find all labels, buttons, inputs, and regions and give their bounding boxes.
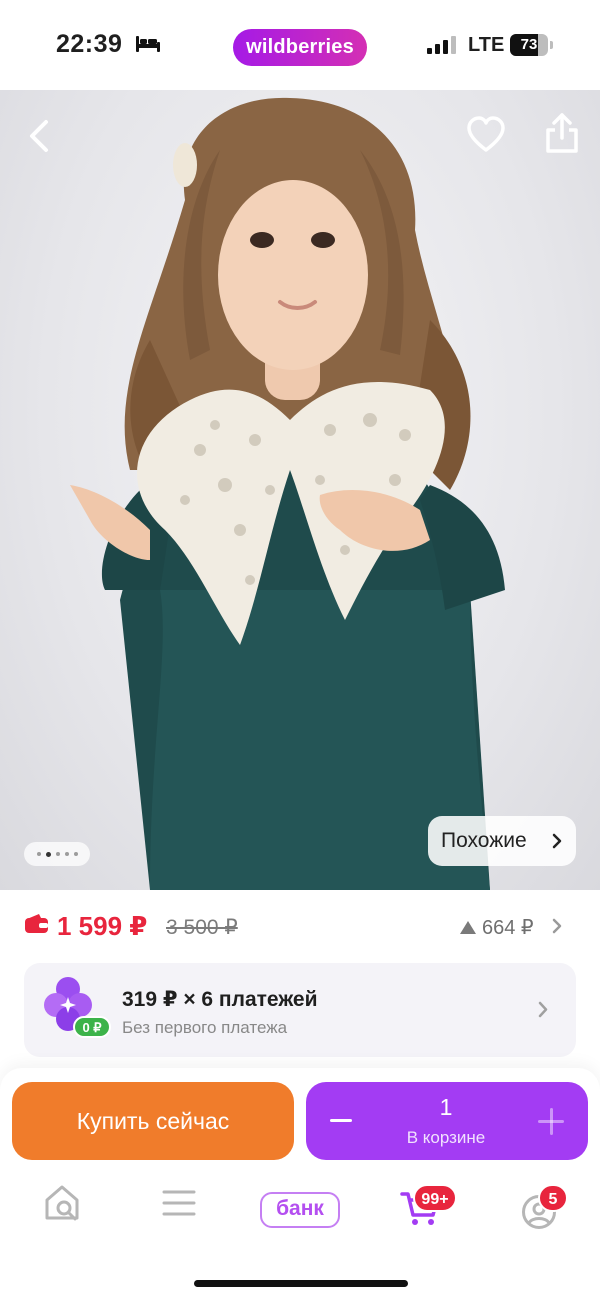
home-indicator [194,1280,408,1287]
product-photo[interactable]: Похожие [0,90,600,890]
similar-label: Похожие [441,829,527,852]
carousel-dot [73,852,78,856]
price-change-value: 664 ₽ [482,917,534,939]
home-search-icon[interactable] [44,1184,80,1222]
status-bar: 22:39 wildberries LTE 73 [0,0,600,90]
installment-card[interactable]: 0 ₽ 319 ₽ × 6 платежей Без первого плате… [24,963,576,1057]
similar-button[interactable]: Похожие [428,816,576,866]
signal-icon [427,36,456,54]
installment-logo-icon: 0 ₽ [44,977,111,1038]
price-change[interactable]: 664 ₽ [460,915,534,940]
cart-stepper[interactable]: 1 В корзине [306,1082,588,1160]
price-row: 1 599 ₽ 3 500 ₽ 664 ₽ [0,890,600,962]
wallet-icon [25,914,48,933]
battery-icon: 73 [510,34,554,56]
bottom-action-sheet: Купить сейчас 1 В корзине банк 99+ 5 [0,1068,600,1300]
chevron-right-icon[interactable] [552,918,562,934]
notifications-badge: 5 [538,1184,568,1212]
carousel-dot [55,852,60,856]
carousel-dot [36,852,41,856]
carousel-indicator [24,842,90,866]
decrease-quantity-button[interactable] [326,1109,356,1133]
carousel-dot [64,852,69,856]
quantity-value: 1 [439,1094,453,1120]
bank-tab[interactable]: банк [260,1192,340,1228]
catalog-menu-icon[interactable] [162,1188,196,1218]
installment-logo-badge: 0 ₽ [82,1020,102,1035]
heart-icon[interactable] [466,116,506,154]
battery-percent: 73 [520,36,538,53]
cart-count-badge: 99+ [413,1184,457,1212]
triangle-up-icon [460,921,476,934]
installment-subtitle: Без первого платежа [122,1018,288,1037]
chevron-left-icon[interactable] [22,116,56,156]
bed-icon [136,36,160,52]
buy-now-button[interactable]: Купить сейчас [12,1082,294,1160]
status-time: 22:39 [56,30,123,58]
increase-quantity-button[interactable] [536,1107,566,1137]
chevron-right-icon [538,1001,548,1018]
brand-logo: wildberries [233,29,367,66]
current-price: 1 599 ₽ [57,911,148,941]
carousel-dot [45,851,51,857]
in-cart-label: В корзине [406,1128,486,1147]
old-price: 3 500 ₽ [166,916,238,939]
network-type: LTE [468,34,505,56]
chevron-right-icon [552,833,562,849]
product-image [70,97,505,890]
installment-title: 319 ₽ × 6 платежей [122,988,318,1011]
share-icon[interactable] [544,112,580,154]
